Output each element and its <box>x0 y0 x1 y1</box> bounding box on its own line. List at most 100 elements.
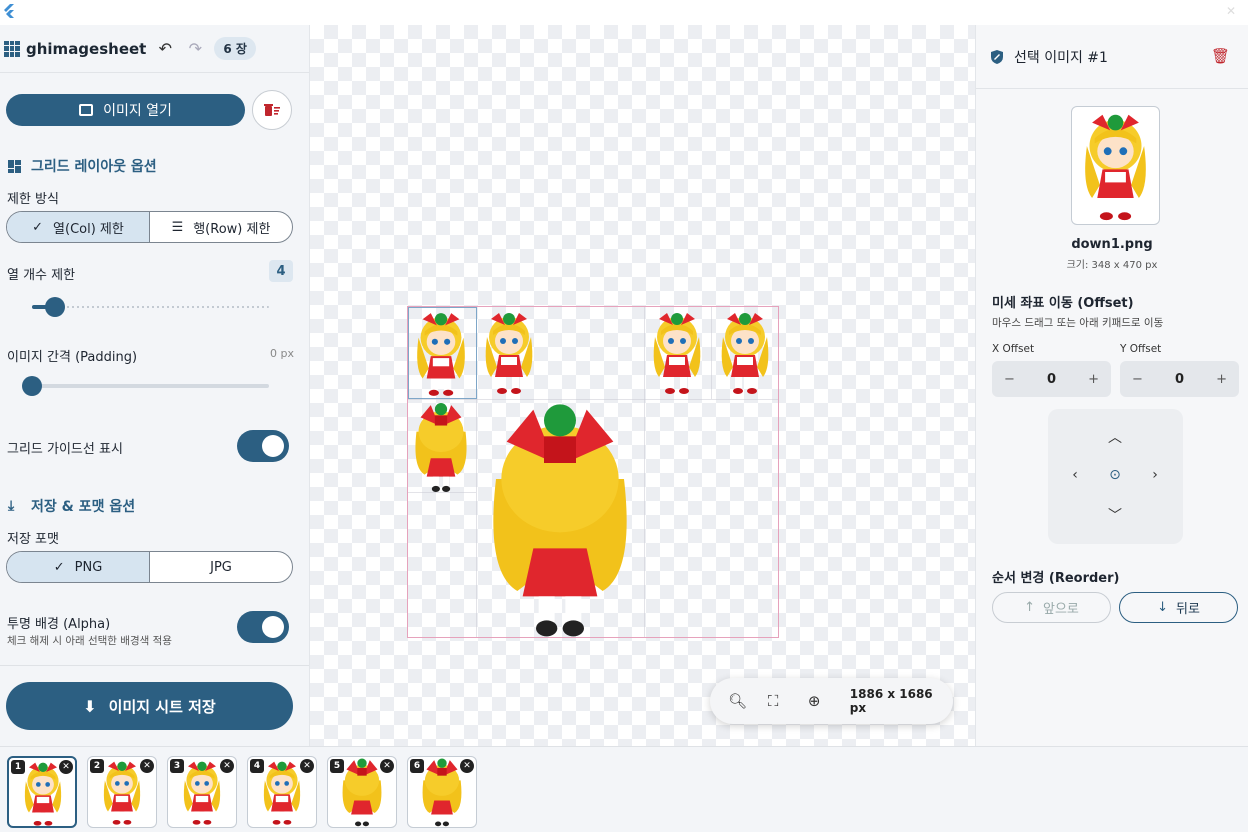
save-format-section-header: ⤓ 저장 & 포맷 옵션 <box>8 496 135 516</box>
remove-thumbnail-icon[interactable]: ✕ <box>220 759 234 773</box>
left-panel: ghimagesheet ↶ ↷ 6 장 이미지 열기 그리드 레이아웃 옵션 … <box>0 25 310 746</box>
thumbnail-number: 3 <box>170 759 184 773</box>
offset-title: 미세 좌표 이동 (Offset) <box>992 296 1134 311</box>
x-offset-label: X Offset <box>992 343 1035 355</box>
alpha-sublabel: 체크 해제 시 아래 선택한 배경색 적용 <box>7 635 172 647</box>
move-back-button[interactable]: ↓ 뒤로 <box>1119 592 1238 623</box>
format-label: 저장 포맷 <box>7 532 59 547</box>
thumbnail-item[interactable]: 2 ✕ <box>87 756 157 828</box>
preview-sprite <box>1072 107 1159 224</box>
download-icon: ⬇ <box>83 696 97 716</box>
sprite-3[interactable] <box>644 307 710 397</box>
x-offset-stepper: − 0 + <box>992 361 1111 397</box>
save-format-section-title: 저장 & 포맷 옵션 <box>31 499 136 515</box>
sprite-sheet[interactable] <box>407 306 779 638</box>
redo-icon[interactable]: ↷ <box>184 39 206 58</box>
format-png-option[interactable]: ✓ PNG <box>7 552 149 582</box>
app-header: ghimagesheet ↶ ↷ 6 장 <box>0 25 309 73</box>
padding-value: 0 px <box>270 347 294 360</box>
list-icon: ☰ <box>171 219 184 235</box>
y-increment-icon[interactable]: + <box>1216 372 1227 387</box>
x-decrement-icon[interactable]: − <box>1004 372 1015 387</box>
check-icon: ✓ <box>53 559 65 575</box>
fit-screen-icon[interactable]: ⛶ <box>768 692 808 710</box>
offset-subtitle: 마우스 드래그 또는 아래 키패드로 이동 <box>992 317 1164 329</box>
col-limit-label: 열 개수 제한 <box>7 268 76 283</box>
padding-label: 이미지 간격 (Padding) <box>7 350 138 365</box>
app-title: ghimagesheet <box>26 39 147 58</box>
right-panel: 선택 이미지 #1 🗑︎ down1.png 크기: 348 x 470 px … <box>975 25 1248 746</box>
y-decrement-icon[interactable]: − <box>1132 372 1143 387</box>
alpha-label: 투명 배경 (Alpha) <box>7 617 111 632</box>
download-icon: ⤓ <box>8 497 15 514</box>
limit-col-label: 열(Col) 제한 <box>53 221 124 237</box>
format-jpg-label: JPG <box>210 559 232 575</box>
chevron-down-icon[interactable]: ﹀ <box>1105 505 1125 525</box>
save-sheet-label: 이미지 시트 저장 <box>108 697 216 716</box>
grid-icon <box>4 40 20 57</box>
arrow-down-icon: ↓ <box>1157 600 1168 615</box>
window-close-icon[interactable]: ✕ <box>1226 4 1236 18</box>
format-jpg-option[interactable]: JPG <box>150 552 292 582</box>
chevron-right-icon[interactable]: › <box>1145 467 1165 483</box>
remove-thumbnail-icon[interactable]: ✕ <box>460 759 474 773</box>
preview-canvas[interactable]: 🔍︎ ⛶ ⊕ 1886 x 1686 px <box>310 25 975 746</box>
limit-row-option[interactable]: ☰ 행(Row) 제한 <box>150 212 292 242</box>
thumbnail-number: 4 <box>250 759 264 773</box>
alpha-toggle[interactable] <box>237 611 289 643</box>
open-images-button[interactable]: 이미지 열기 <box>6 94 245 126</box>
thumbnail-item[interactable]: 5 ✕ <box>327 756 397 828</box>
undo-icon[interactable]: ↶ <box>154 39 176 58</box>
delete-image-icon[interactable]: 🗑︎ <box>1211 47 1230 65</box>
col-limit-slider[interactable] <box>32 297 269 317</box>
canvas-dimensions: 1886 x 1686 px <box>849 687 933 715</box>
thumbnail-strip: 1 ✕ 2 ✕ 3 ✕ 4 ✕ 5 ✕ 6 ✕ <box>0 746 1248 832</box>
selected-image-preview <box>1071 106 1160 225</box>
x-increment-icon[interactable]: + <box>1088 372 1099 387</box>
thumbnail-item[interactable]: 4 ✕ <box>247 756 317 828</box>
center-focus-icon[interactable]: ⊙ <box>1105 467 1125 483</box>
remove-thumbnail-icon[interactable]: ✕ <box>380 759 394 773</box>
thumbnail-item[interactable]: 3 ✕ <box>167 756 237 828</box>
reorder-title: 순서 변경 (Reorder) <box>992 571 1120 586</box>
format-segmented: ✓ PNG JPG <box>6 551 293 583</box>
zoom-out-icon[interactable]: 🔍︎ <box>728 692 768 710</box>
y-offset-label: Y Offset <box>1120 343 1162 355</box>
remove-thumbnail-icon[interactable]: ✕ <box>140 759 154 773</box>
chevron-up-icon[interactable]: ︿ <box>1105 427 1125 447</box>
padding-slider-thumb[interactable] <box>22 376 42 396</box>
thumbnail-item[interactable]: 6 ✕ <box>407 756 477 828</box>
move-forward-button[interactable]: ↑ 앞으로 <box>992 592 1111 623</box>
remove-thumbnail-icon[interactable]: ✕ <box>59 760 73 774</box>
file-size: 크기: 348 x 470 px <box>1066 260 1158 271</box>
thumbnail-number: 5 <box>330 759 344 773</box>
col-limit-slider-thumb[interactable] <box>45 297 65 317</box>
padding-slider[interactable] <box>22 376 269 396</box>
app-logo-icon <box>4 4 14 18</box>
sprite-5[interactable] <box>408 401 474 493</box>
limit-row-label: 행(Row) 제한 <box>193 221 271 237</box>
limit-mode-segmented: ✓ 열(Col) 제한 ☰ 행(Row) 제한 <box>6 211 293 243</box>
sprite-4[interactable] <box>712 307 778 397</box>
limit-col-option[interactable]: ✓ 열(Col) 제한 <box>7 212 149 242</box>
y-offset-stepper: − 0 + <box>1120 361 1239 397</box>
dashboard-icon <box>8 159 21 173</box>
grid-guide-label: 그리드 가이드선 표시 <box>7 442 123 457</box>
zoom-in-icon[interactable]: ⊕ <box>808 692 848 710</box>
remove-thumbnail-icon[interactable]: ✕ <box>300 759 314 773</box>
save-sheet-button[interactable]: ⬇ 이미지 시트 저장 <box>6 682 293 730</box>
clear-all-button[interactable] <box>252 90 292 130</box>
delete-sweep-icon <box>264 104 280 116</box>
thumbnail-item[interactable]: 1 ✕ <box>7 756 77 828</box>
y-offset-value[interactable]: 0 <box>1175 372 1184 387</box>
sprite-2[interactable] <box>476 307 542 397</box>
image-count-badge: 6 장 <box>214 37 256 60</box>
grid-guide-toggle[interactable] <box>237 430 289 462</box>
thumbnail-number: 6 <box>410 759 424 773</box>
grid-layout-section-title: 그리드 레이아웃 옵션 <box>31 159 157 175</box>
open-images-label: 이미지 열기 <box>103 103 172 119</box>
chevron-left-icon[interactable]: ‹ <box>1065 467 1085 483</box>
sprite-6[interactable] <box>476 399 644 639</box>
x-offset-value[interactable]: 0 <box>1047 372 1056 387</box>
move-forward-label: 앞으로 <box>1043 602 1079 617</box>
